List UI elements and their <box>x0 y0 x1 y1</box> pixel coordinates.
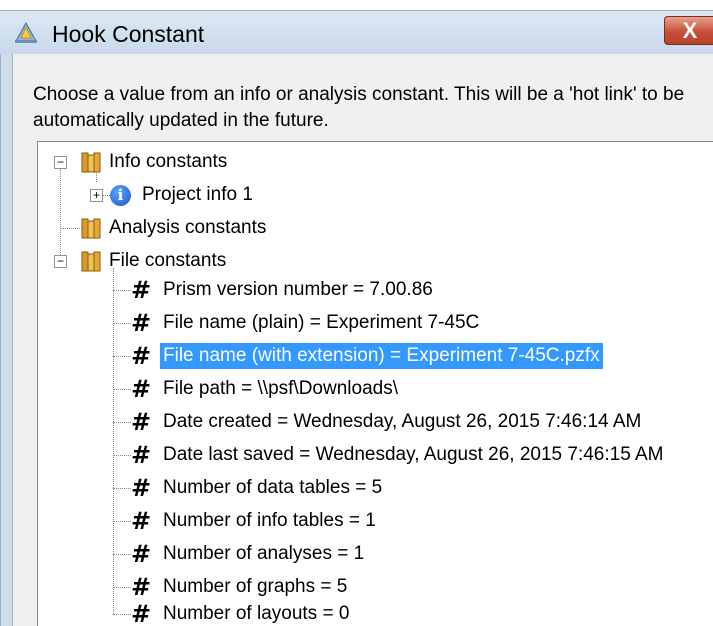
tree-connector <box>113 521 131 522</box>
close-icon: X <box>682 17 698 43</box>
tree-node-label: Project info 1 <box>142 184 253 205</box>
tree-node-label: Info constants <box>109 151 228 172</box>
hash-icon: # <box>130 375 152 403</box>
tree-node-file-constants[interactable]: File constants <box>80 247 229 275</box>
tree-node-number-of-info-tables[interactable]: # Number of info tables = 1 <box>130 507 379 535</box>
tree-node-label: Number of analyses = 1 <box>163 543 365 564</box>
tree-connector <box>113 455 131 456</box>
tree-node-label: File constants <box>109 250 227 271</box>
tree-node-project-info-1[interactable]: i Project info 1 <box>110 181 256 209</box>
tree-node-label: Number of data tables = 5 <box>163 477 383 498</box>
tree-connector <box>60 169 61 263</box>
hash-icon: # <box>130 600 152 626</box>
tree-node-number-of-data-tables[interactable]: # Number of data tables = 5 <box>130 474 385 502</box>
folder-icon <box>81 251 101 272</box>
hash-icon: # <box>130 408 152 436</box>
hash-icon: # <box>130 474 152 502</box>
tree-node-label: File path = \\psf\Downloads\ <box>163 378 398 399</box>
tree-connector <box>113 268 114 614</box>
prism-app-icon <box>15 21 37 43</box>
tree-connector <box>113 554 131 555</box>
tree-connector <box>113 614 131 615</box>
tree-node-prism-version[interactable]: # Prism version number = 7.00.86 <box>130 276 436 304</box>
expand-project-info-button[interactable]: + <box>90 189 103 202</box>
hook-constant-dialog: Hook Constant X Choose a value from an i… <box>0 0 713 626</box>
hash-icon: # <box>130 441 152 469</box>
close-button[interactable]: X <box>664 16 713 45</box>
collapse-info-constants-button[interactable]: − <box>54 156 67 169</box>
hash-icon: # <box>130 507 152 535</box>
tree-node-date-last-saved[interactable]: # Date last saved = Wednesday, August 26… <box>130 441 667 469</box>
tree-node-file-name-plain[interactable]: # File name (plain) = Experiment 7-45C <box>130 309 482 337</box>
hash-icon: # <box>130 309 152 337</box>
hash-icon: # <box>130 342 152 370</box>
collapse-file-constants-button[interactable]: − <box>54 255 67 268</box>
tree-node-number-of-analyses[interactable]: # Number of analyses = 1 <box>130 540 367 568</box>
tree-node-label: Number of graphs = 5 <box>163 576 348 597</box>
tree-node-label: Date created = Wednesday, August 26, 201… <box>163 411 642 432</box>
hash-icon: # <box>130 540 152 568</box>
tree-node-label: Number of info tables = 1 <box>163 510 376 531</box>
tree-node-label: Number of layouts = 0 <box>163 603 350 624</box>
folder-icon <box>81 218 101 239</box>
tree-connector <box>113 356 131 357</box>
tree-node-info-constants[interactable]: Info constants <box>80 148 230 176</box>
tree-node-date-created[interactable]: # Date created = Wednesday, August 26, 2… <box>130 408 644 436</box>
tree-node-file-name-with-extension[interactable]: # File name (with extension) = Experimen… <box>130 342 603 370</box>
tree-connector <box>113 422 131 423</box>
window-title: Hook Constant <box>52 21 205 47</box>
hash-icon: # <box>130 573 152 601</box>
dialog-client-area: Choose a value from an info or analysis … <box>12 54 713 626</box>
tree-node-analysis-constants[interactable]: Analysis constants <box>80 214 269 242</box>
tree-node-label: Prism version number = 7.00.86 <box>163 279 433 300</box>
tree-node-label: File name (plain) = Experiment 7-45C <box>163 312 480 333</box>
tree-connector <box>113 389 131 390</box>
tree-node-label: File name (with extension) = Experiment … <box>160 343 603 369</box>
instructions-text: Choose a value from an info or analysis … <box>33 84 685 131</box>
tree-connector <box>113 488 131 489</box>
info-icon: i <box>110 184 131 206</box>
tree-connector <box>113 587 131 588</box>
tree-node-number-of-graphs[interactable]: # Number of graphs = 5 <box>130 573 350 601</box>
tree-connector <box>113 290 131 291</box>
tree-node-label: Analysis constants <box>109 217 267 238</box>
constants-tree[interactable]: − Info constants + i Project info 1 Anal… <box>37 141 713 626</box>
tree-node-label: Date last saved = Wednesday, August 26, … <box>163 444 664 465</box>
folder-icon <box>81 152 101 173</box>
tree-node-number-of-layouts[interactable]: # Number of layouts = 0 <box>130 600 352 626</box>
tree-connector <box>113 323 131 324</box>
hash-icon: # <box>130 276 152 304</box>
tree-node-file-path[interactable]: # File path = \\psf\Downloads\ <box>130 375 401 403</box>
